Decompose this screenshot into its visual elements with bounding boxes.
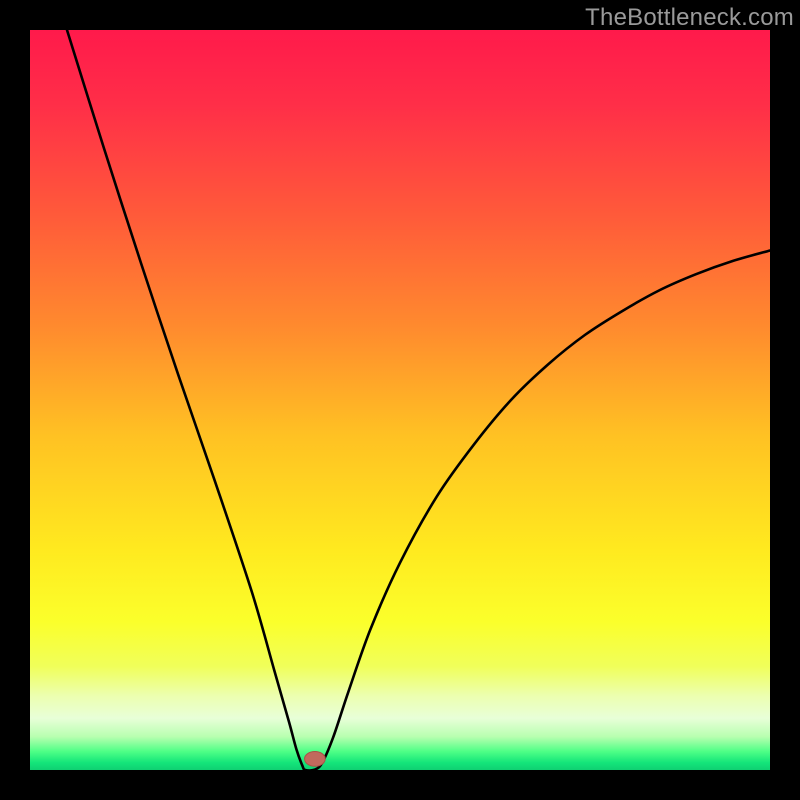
- watermark-text: TheBottleneck.com: [585, 4, 794, 32]
- optimum-marker: [305, 752, 326, 767]
- chart-frame: [30, 30, 770, 770]
- bottleneck-chart: [30, 30, 770, 770]
- gradient-background: [30, 30, 770, 770]
